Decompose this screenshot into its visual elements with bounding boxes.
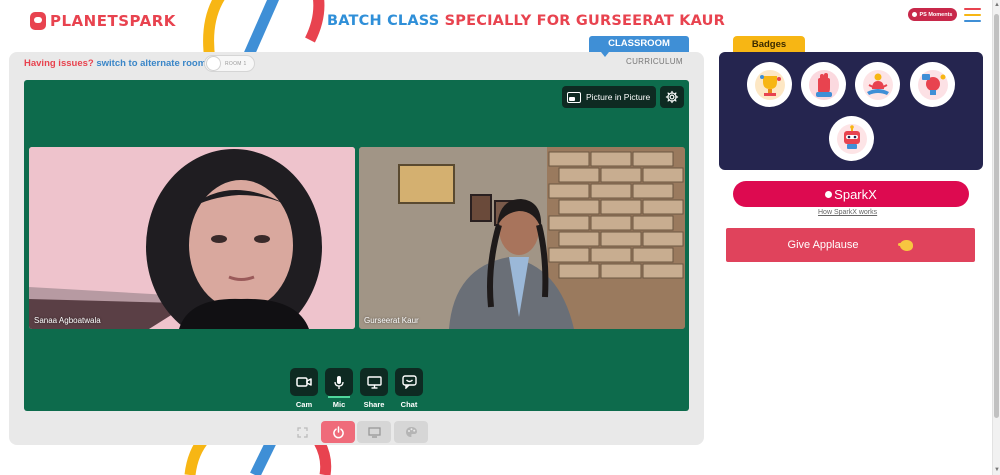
ps-moments-label: PS Moments bbox=[919, 11, 953, 18]
ps-moments-icon bbox=[912, 12, 918, 17]
whiteboard-button[interactable] bbox=[357, 421, 391, 443]
room-toggle-label: ROOM 1 bbox=[225, 60, 247, 67]
page-title: BATCH CLASS SPECIALLY FOR GURSEERAT KAUR bbox=[327, 13, 725, 29]
logo-text: PLANETSPARK bbox=[50, 12, 176, 30]
cam-button[interactable] bbox=[290, 368, 318, 396]
give-applause-label: Give Applause bbox=[787, 239, 859, 251]
chat-button[interactable] bbox=[395, 368, 423, 396]
settings-button[interactable] bbox=[660, 86, 684, 108]
camera-icon bbox=[296, 377, 312, 387]
badge-hand[interactable] bbox=[801, 62, 846, 107]
menu-icon[interactable] bbox=[964, 8, 981, 22]
chat-icon bbox=[401, 375, 417, 389]
picture-in-picture-icon bbox=[567, 91, 581, 103]
cam-label: Cam bbox=[295, 400, 313, 409]
fullscreen-icon bbox=[296, 426, 308, 438]
how-sparkx-works-link[interactable]: How SparkX works bbox=[818, 209, 877, 216]
video-tile-teacher[interactable]: Sanaa Agboatwala bbox=[29, 147, 355, 329]
fullscreen-button[interactable] bbox=[287, 421, 317, 443]
room-toggle[interactable]: ROOM 1 bbox=[204, 55, 255, 72]
participant-name: Sanaa Agboatwala bbox=[34, 316, 101, 325]
badge-robot[interactable] bbox=[829, 116, 874, 161]
room-toggle-knob[interactable] bbox=[206, 56, 221, 71]
whiteboard-icon bbox=[367, 426, 381, 438]
planetspark-logo[interactable]: PLANETSPARK bbox=[30, 12, 176, 30]
badge-meditation[interactable] bbox=[855, 62, 900, 107]
ps-moments-button[interactable]: PS Moments bbox=[908, 8, 957, 21]
sparkx-button[interactable]: SparkX bbox=[733, 181, 969, 207]
hand-badge-icon bbox=[808, 69, 839, 100]
issues-banner: Having issues? switch to alternate room bbox=[24, 58, 206, 69]
theme-button[interactable] bbox=[394, 421, 428, 443]
sparkx-icon bbox=[825, 190, 833, 198]
clap-hand-icon bbox=[898, 239, 914, 251]
mic-icon bbox=[334, 375, 344, 389]
student-video-feed bbox=[359, 147, 685, 329]
sparkx-label: SparkX bbox=[834, 186, 877, 202]
gear-icon bbox=[665, 90, 679, 104]
page-scrollbar[interactable]: ▲ ▼ bbox=[992, 0, 1000, 475]
tab-classroom[interactable]: CLASSROOM bbox=[589, 36, 689, 57]
idea-badge-icon bbox=[917, 69, 948, 100]
share-label: Share bbox=[363, 400, 385, 409]
mic-label: Mic bbox=[332, 400, 346, 409]
logo-mascot-icon bbox=[30, 12, 46, 30]
mic-level-indicator bbox=[328, 396, 350, 398]
end-class-button[interactable] bbox=[321, 421, 355, 443]
page-title-part-1: BATCH CLASS bbox=[327, 13, 440, 29]
robot-badge-icon bbox=[836, 123, 867, 154]
chat-label: Chat bbox=[400, 400, 418, 409]
picture-in-picture-label: Picture in Picture bbox=[586, 92, 651, 102]
screen-share-icon bbox=[366, 375, 382, 389]
page-title-part-2: SPECIALLY FOR GURSEERAT KAUR bbox=[444, 13, 725, 29]
give-applause-button[interactable]: Give Applause bbox=[726, 228, 975, 262]
share-button[interactable] bbox=[360, 368, 388, 396]
issues-question: Having issues? bbox=[24, 58, 94, 69]
badge-trophy[interactable] bbox=[747, 62, 792, 107]
participant-name: Gurseerat Kaur bbox=[364, 316, 419, 325]
video-tile-student[interactable]: Gurseerat Kaur bbox=[359, 147, 685, 329]
scroll-down-arrow-icon[interactable]: ▼ bbox=[994, 467, 1000, 473]
trophy-badge-icon bbox=[754, 69, 785, 100]
palette-icon bbox=[405, 427, 417, 437]
badge-idea[interactable] bbox=[910, 62, 955, 107]
badges-title: Badges bbox=[733, 36, 805, 58]
picture-in-picture-button[interactable]: Picture in Picture bbox=[562, 86, 656, 108]
teacher-video-feed bbox=[29, 147, 355, 329]
power-icon bbox=[332, 425, 344, 438]
mic-button[interactable] bbox=[325, 368, 353, 396]
scrollbar-thumb[interactable] bbox=[994, 14, 999, 418]
alternate-room-link[interactable]: switch to alternate room bbox=[96, 58, 206, 69]
meditation-badge-icon bbox=[862, 69, 893, 100]
scroll-up-arrow-icon[interactable]: ▲ bbox=[994, 2, 1000, 8]
tab-curriculum[interactable]: CURRICULUM bbox=[626, 57, 683, 66]
